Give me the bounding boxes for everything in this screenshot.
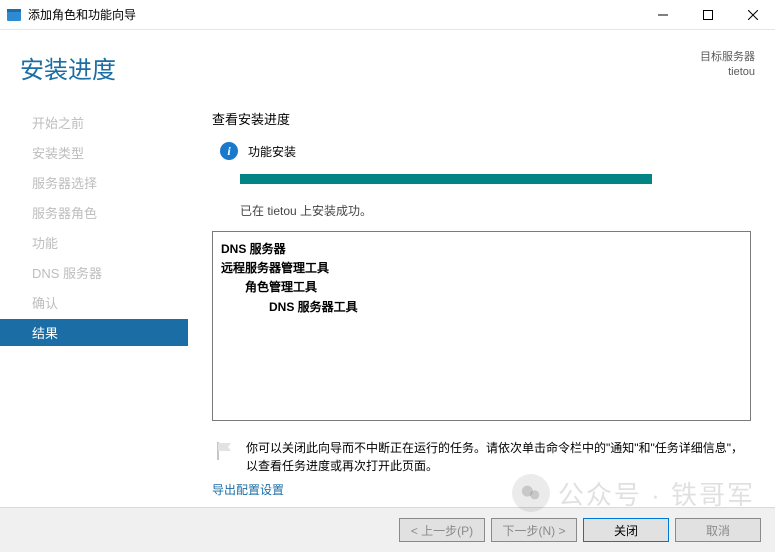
nav-item-6: 确认 [0, 289, 188, 316]
target-server-label: 目标服务器 [700, 50, 755, 65]
maximize-button[interactable] [685, 0, 730, 30]
close-window-button[interactable] [730, 0, 775, 30]
progress-wrap [240, 174, 751, 184]
info-icon: i [220, 142, 238, 160]
page-title: 安装进度 [20, 50, 116, 85]
progress-fill [240, 174, 652, 184]
nav-item-2: 服务器选择 [0, 169, 188, 196]
cancel-button: 取消 [675, 518, 761, 542]
wizard-nav: 开始之前安装类型服务器选择服务器角色功能 DNS 服务器确认结果 [0, 99, 188, 507]
target-server-info: 目标服务器 tietou [700, 50, 755, 81]
result-line: DNS 服务器工具 [221, 298, 742, 317]
note-text: 你可以关闭此向导而不中断正在运行的任务。请依次单击命令栏中的"通知"和"任务详细… [246, 439, 751, 475]
result-line: 角色管理工具 [221, 278, 742, 297]
success-text: 已在 tietou 上安装成功。 [240, 202, 751, 219]
note-row: 你可以关闭此向导而不中断正在运行的任务。请依次单击命令栏中的"通知"和"任务详细… [212, 439, 751, 475]
titlebar: 添加角色和功能向导 [0, 0, 775, 30]
results-box: DNS 服务器远程服务器管理工具角色管理工具DNS 服务器工具 [212, 231, 751, 421]
flag-icon [212, 439, 236, 463]
result-line: DNS 服务器 [221, 240, 742, 259]
nav-item-0: 开始之前 [0, 109, 188, 136]
close-button[interactable]: 关闭 [583, 518, 669, 542]
section-title: 查看安装进度 [212, 109, 751, 128]
app-icon [6, 7, 22, 23]
target-server-value: tietou [700, 65, 755, 80]
export-config-link[interactable]: 导出配置设置 [212, 481, 751, 498]
nav-item-4: 功能 [0, 229, 188, 256]
nav-item-5: DNS 服务器 [0, 259, 188, 286]
status-label: 功能安装 [248, 143, 296, 160]
prev-button: < 上一步(P) [399, 518, 485, 542]
nav-item-7[interactable]: 结果 [0, 319, 188, 346]
next-button: 下一步(N) > [491, 518, 577, 542]
main-panel: 查看安装进度 i 功能安装 已在 tietou 上安装成功。 DNS 服务器远程… [188, 99, 775, 507]
progress-bar [240, 174, 652, 184]
window-title: 添加角色和功能向导 [28, 6, 136, 23]
minimize-button[interactable] [640, 0, 685, 30]
window-controls [640, 0, 775, 30]
nav-item-3: 服务器角色 [0, 199, 188, 226]
header: 安装进度 目标服务器 tietou [0, 30, 775, 99]
nav-item-1: 安装类型 [0, 139, 188, 166]
footer: < 上一步(P) 下一步(N) > 关闭 取消 [0, 507, 775, 552]
status-row: i 功能安装 [220, 142, 751, 160]
result-line: 远程服务器管理工具 [221, 259, 742, 278]
